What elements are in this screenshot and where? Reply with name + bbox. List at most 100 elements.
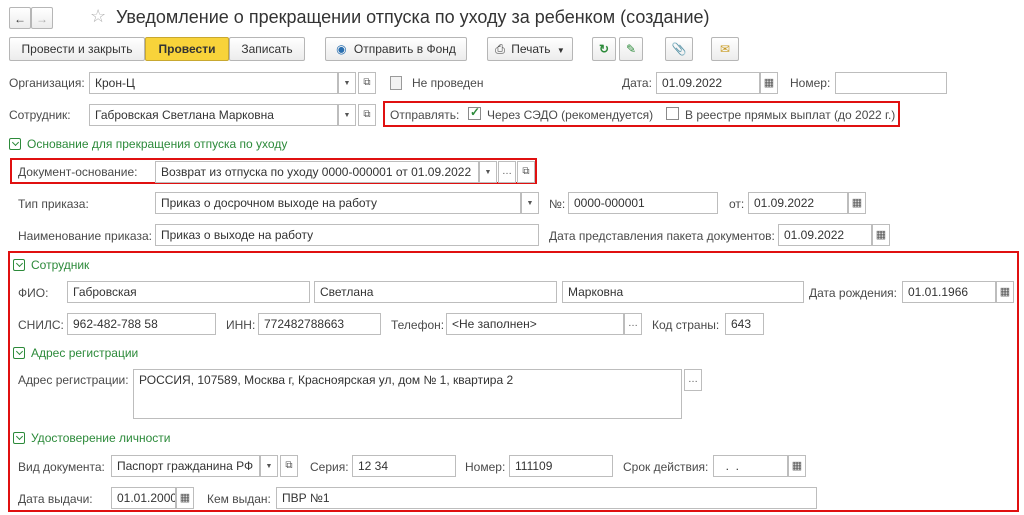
employee-section-header[interactable]: Сотрудник — [13, 257, 89, 273]
chevron-down-icon: ▼ — [343, 80, 351, 87]
doc-basis-dropdown-button[interactable]: ▼ — [479, 161, 497, 183]
employee-field[interactable]: Габровская Светлана Марковна — [89, 104, 338, 126]
order-name-field[interactable]: Приказ о выходе на работу — [155, 224, 539, 246]
order-name-label: Наименование приказа: — [18, 229, 152, 243]
org-field[interactable]: Крон-Ц — [89, 72, 338, 94]
checkmark-icon: ✓ — [470, 105, 481, 119]
chevron-down-icon — [9, 138, 21, 150]
identity-section-title: Удостоверение личности — [31, 431, 171, 445]
favorite-star-icon[interactable]: ☆ — [90, 6, 106, 26]
phone-field[interactable]: <Не заполнен> — [446, 313, 624, 335]
address-field[interactable]: РОССИЯ, 107589, Москва г, Красноярская у… — [133, 369, 682, 419]
phone-select-button[interactable]: … — [624, 313, 642, 335]
doc-number-field[interactable]: 111109 — [509, 455, 613, 477]
package-date-field[interactable]: 01.09.2022 — [778, 224, 872, 246]
attach-button[interactable]: 📎 — [665, 37, 693, 61]
snils-label: СНИЛС: — [18, 318, 64, 332]
doc-type-dropdown-button[interactable]: ▼ — [260, 455, 278, 477]
series-field[interactable]: 12 34 — [352, 455, 456, 477]
number-field[interactable] — [835, 72, 947, 94]
employee-open-button[interactable]: ⧉ — [358, 104, 376, 126]
middle-name-field[interactable]: Марковна — [562, 281, 804, 303]
inn-field[interactable]: 772482788663 — [258, 313, 381, 335]
first-name-field[interactable]: Светлана — [314, 281, 557, 303]
validity-field[interactable]: . . — [713, 455, 788, 477]
order-type-field[interactable]: Приказ о досрочном выходе на работу — [155, 192, 521, 214]
save-button[interactable]: Записать — [229, 37, 305, 61]
refresh-icon: ↻ — [598, 42, 610, 56]
phone-label: Телефон: — [391, 318, 445, 332]
validity-label: Срок действия: — [623, 460, 709, 474]
print-button[interactable]: ⎙ Печать ▼ — [487, 37, 573, 61]
send-sedo-checkbox[interactable]: ✓ — [468, 105, 481, 120]
package-date-label: Дата представления пакета документов: — [549, 229, 775, 243]
employee-section-title: Сотрудник — [31, 258, 90, 272]
printer-icon: ⎙ — [495, 42, 505, 56]
employee-dropdown-button[interactable]: ▼ — [338, 104, 356, 126]
doc-type-open-button[interactable]: ⧉ — [280, 455, 298, 477]
send-label: Отправлять: — [390, 108, 460, 122]
calendar-icon: ▦ — [179, 492, 191, 504]
arrow-right-icon: → — [36, 12, 48, 26]
order-type-dropdown-button[interactable]: ▼ — [521, 192, 539, 214]
chevron-down-icon: ▼ — [556, 46, 565, 55]
send-registry-label: В реестре прямых выплат (до 2022 г.) — [685, 108, 896, 122]
arrow-left-icon: ← — [14, 12, 26, 26]
date-field[interactable]: 01.09.2022 — [656, 72, 760, 94]
last-name-field[interactable]: Габровская — [67, 281, 310, 303]
series-label: Серия: — [310, 460, 349, 474]
send-to-fund-label: Отправить в Фонд — [353, 42, 456, 56]
order-type-label: Тип приказа: — [18, 197, 89, 211]
date-calendar-button[interactable]: ▦ — [760, 72, 778, 94]
order-from-field[interactable]: 01.09.2022 — [748, 192, 848, 214]
package-date-calendar-button[interactable]: ▦ — [872, 224, 890, 246]
doc-basis-field[interactable]: Возврат из отпуска по уходу 0000-000001 … — [155, 161, 479, 183]
open-icon: ⧉ — [363, 77, 371, 88]
doc-basis-select-button[interactable]: … — [498, 161, 516, 183]
edit-button[interactable]: ✎ — [619, 37, 643, 61]
birth-date-label: Дата рождения: — [809, 286, 897, 300]
order-no-field[interactable]: 0000-000001 — [568, 192, 718, 214]
birth-date-field[interactable]: 01.01.1966 — [902, 281, 996, 303]
identity-section-header[interactable]: Удостоверение личности — [13, 430, 170, 446]
org-open-button[interactable]: ⧉ — [358, 72, 376, 94]
back-button[interactable]: ← — [9, 7, 31, 29]
chevron-down-icon: ▼ — [265, 463, 273, 470]
issue-date-calendar-button[interactable]: ▦ — [176, 487, 194, 509]
doc-type-field[interactable]: Паспорт гражданина РФ — [111, 455, 260, 477]
birth-date-calendar-button[interactable]: ▦ — [996, 281, 1014, 303]
number-label: Номер: — [790, 76, 831, 90]
post-and-close-button[interactable]: Провести и закрыть — [9, 37, 145, 61]
refresh-button[interactable]: ↻ — [592, 37, 616, 61]
send-registry-checkbox[interactable] — [666, 107, 679, 120]
forward-button[interactable]: → — [31, 7, 53, 29]
send-to-fund-button[interactable]: ◉ Отправить в Фонд — [325, 37, 467, 61]
address-label: Адрес регистрации: — [18, 373, 129, 387]
notes-icon: ✉ — [719, 42, 731, 56]
address-select-button[interactable]: … — [684, 369, 702, 391]
open-icon: ⧉ — [363, 109, 371, 120]
calendar-icon: ▦ — [875, 229, 887, 241]
doc-number-label: Номер: — [465, 460, 506, 474]
doc-basis-open-button[interactable]: ⧉ — [517, 161, 535, 183]
address-section-header[interactable]: Адрес регистрации — [13, 345, 138, 361]
org-label: Организация: — [9, 76, 85, 90]
issue-date-field[interactable]: 01.01.2000 — [111, 487, 176, 509]
post-button[interactable]: Провести — [145, 37, 229, 61]
snils-field[interactable]: 962-482-788 58 — [67, 313, 216, 335]
notes-button[interactable]: ✉ — [711, 37, 739, 61]
country-code-field[interactable]: 643 — [725, 313, 764, 335]
basis-section-header[interactable]: Основание для прекращения отпуска по ухо… — [9, 136, 287, 152]
validity-calendar-button[interactable]: ▦ — [788, 455, 806, 477]
calendar-icon: ▦ — [999, 286, 1011, 298]
print-label: Печать — [511, 42, 551, 56]
pencil-icon: ✎ — [625, 42, 637, 56]
calendar-icon: ▦ — [851, 197, 863, 209]
issued-by-field[interactable]: ПВР №1 — [276, 487, 817, 509]
doc-type-label: Вид документа: — [18, 460, 105, 474]
calendar-icon: ▦ — [763, 77, 775, 89]
paperclip-icon: 📎 — [671, 42, 687, 56]
order-from-calendar-button[interactable]: ▦ — [848, 192, 866, 214]
org-dropdown-button[interactable]: ▼ — [338, 72, 356, 94]
doc-basis-label: Документ-основание: — [18, 165, 138, 179]
